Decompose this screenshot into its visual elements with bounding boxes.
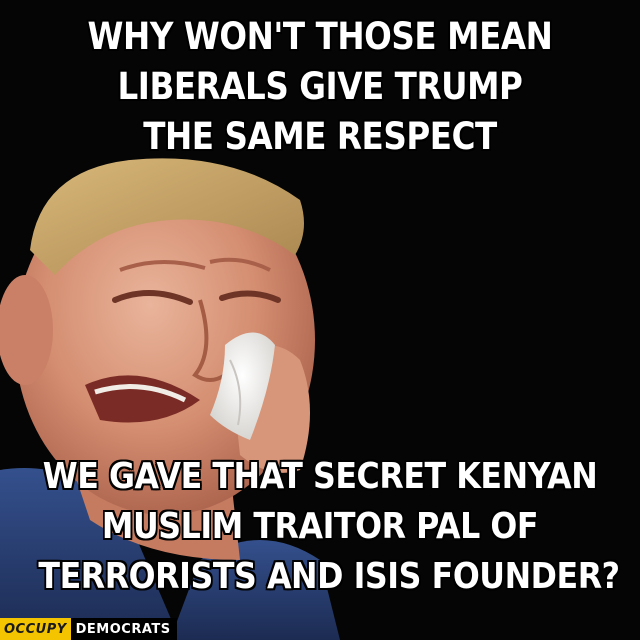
meme-image: WHY WON'T THOSE MEAN LIBERALS GIVE TRUMP… <box>0 0 640 640</box>
bottom-caption: WE GAVE THAT SECRET KENYAN MUSLIM TRAITO… <box>38 452 620 602</box>
top-caption-line: THE SAME RESPECT <box>143 115 497 158</box>
brand-democrats: DEMOCRATS <box>70 618 177 640</box>
top-caption: WHY WON'T THOSE MEAN LIBERALS GIVE TRUMP… <box>38 12 601 162</box>
top-caption-line: LIBERALS GIVE TRUMP <box>117 65 523 108</box>
top-caption-line: WHY WON'T THOSE MEAN <box>87 15 553 58</box>
bottom-caption-line: WE GAVE THAT SECRET KENYAN <box>42 456 598 497</box>
bottom-caption-line: MUSLIM TRAITOR PAL OF <box>101 506 539 547</box>
occupy-democrats-logo: OCCUPY DEMOCRATS <box>0 618 177 640</box>
brand-occupy: OCCUPY <box>0 618 71 640</box>
bottom-caption-line: TERRORISTS AND ISIS FOUNDER? <box>38 556 620 597</box>
